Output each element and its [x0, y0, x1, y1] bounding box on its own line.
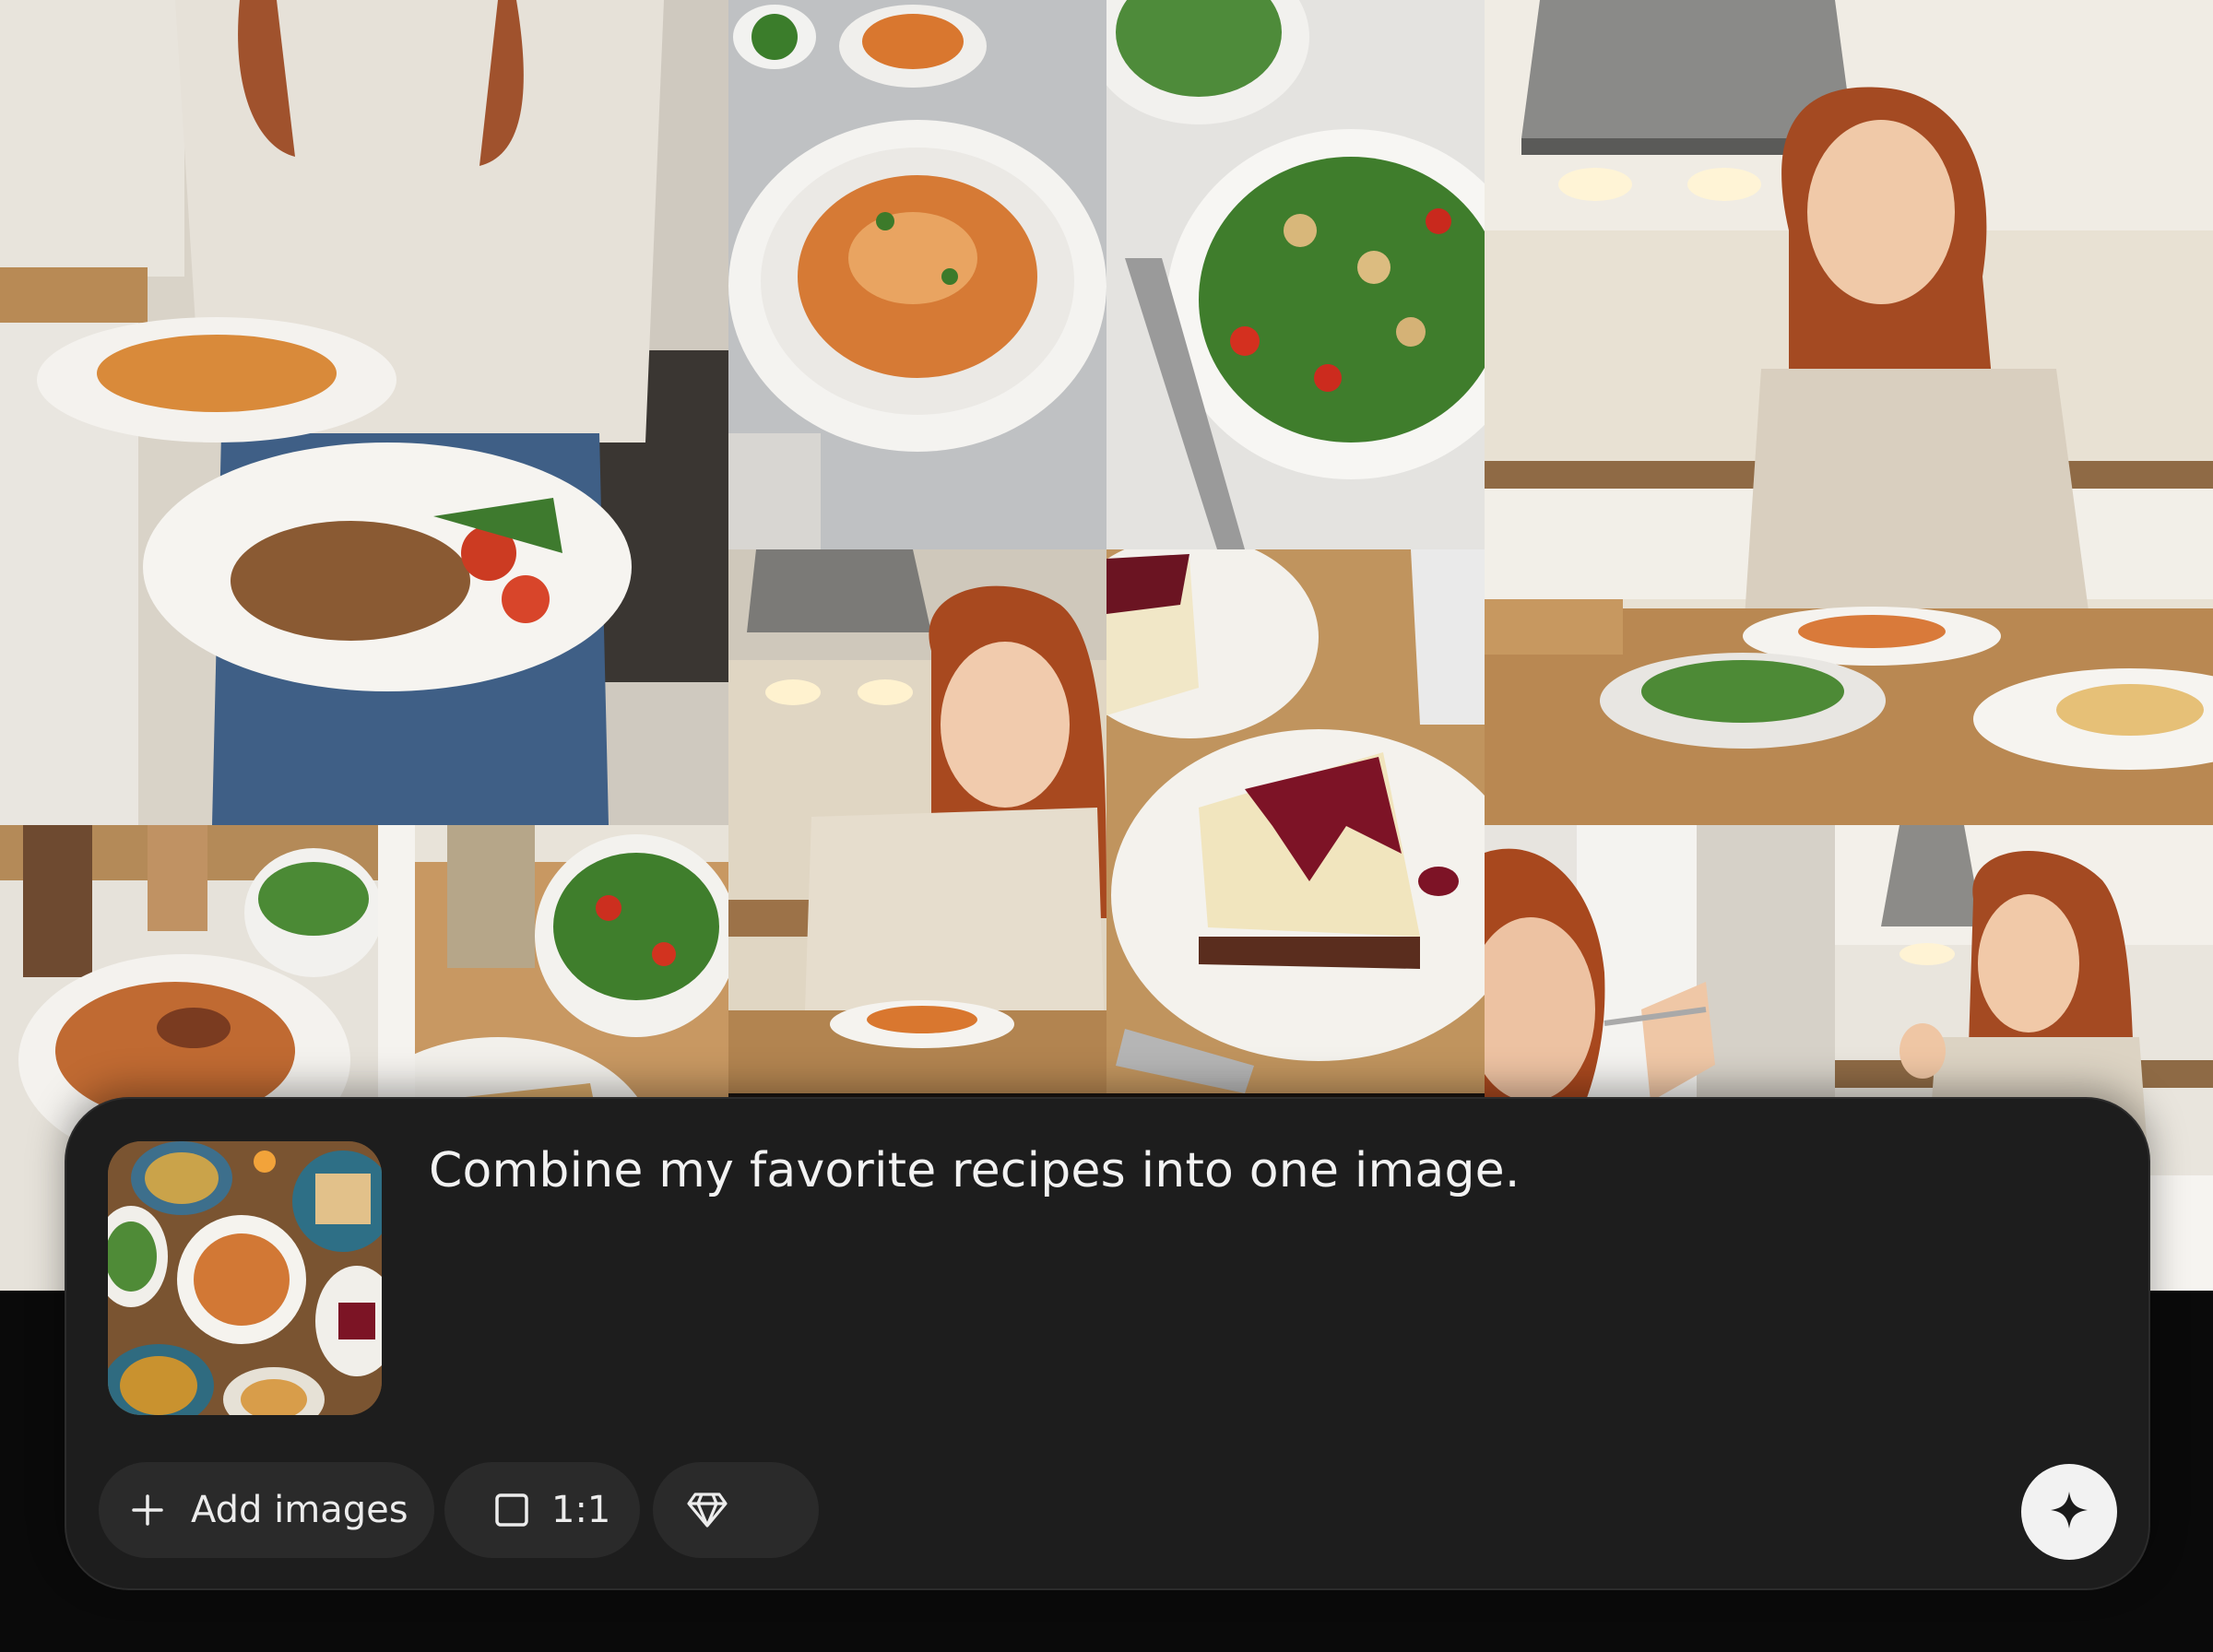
- square-icon: [494, 1493, 529, 1528]
- prompt-composer: Combine my favorite recipes into one ima…: [65, 1097, 2150, 1590]
- add-images-label: Add images: [191, 1489, 408, 1531]
- attached-image-thumbnail[interactable]: [108, 1141, 382, 1415]
- model-select-button[interactable]: [653, 1462, 819, 1558]
- gallery-tile-cheesecake[interactable]: [1106, 549, 1485, 1093]
- gallery-tile-woman-eating-table[interactable]: [1485, 0, 2213, 825]
- gallery-tile-penne-pasta[interactable]: [728, 0, 1106, 549]
- gem-icon: [686, 1492, 728, 1528]
- prompt-text[interactable]: Combine my favorite recipes into one ima…: [429, 1143, 1521, 1198]
- gallery-tile-woman-eating-pasta[interactable]: [728, 549, 1106, 1093]
- gallery-tile-chicken-salad[interactable]: [1106, 0, 1485, 549]
- plus-icon: [132, 1494, 163, 1526]
- aspect-ratio-label: 1:1: [551, 1489, 611, 1531]
- aspect-ratio-button[interactable]: 1:1: [444, 1462, 640, 1558]
- add-images-button[interactable]: Add images: [99, 1462, 434, 1558]
- sparkle-icon: [2049, 1490, 2089, 1534]
- generate-button[interactable]: [2021, 1464, 2117, 1560]
- gallery-tile-woman-holding-plates[interactable]: [0, 0, 728, 825]
